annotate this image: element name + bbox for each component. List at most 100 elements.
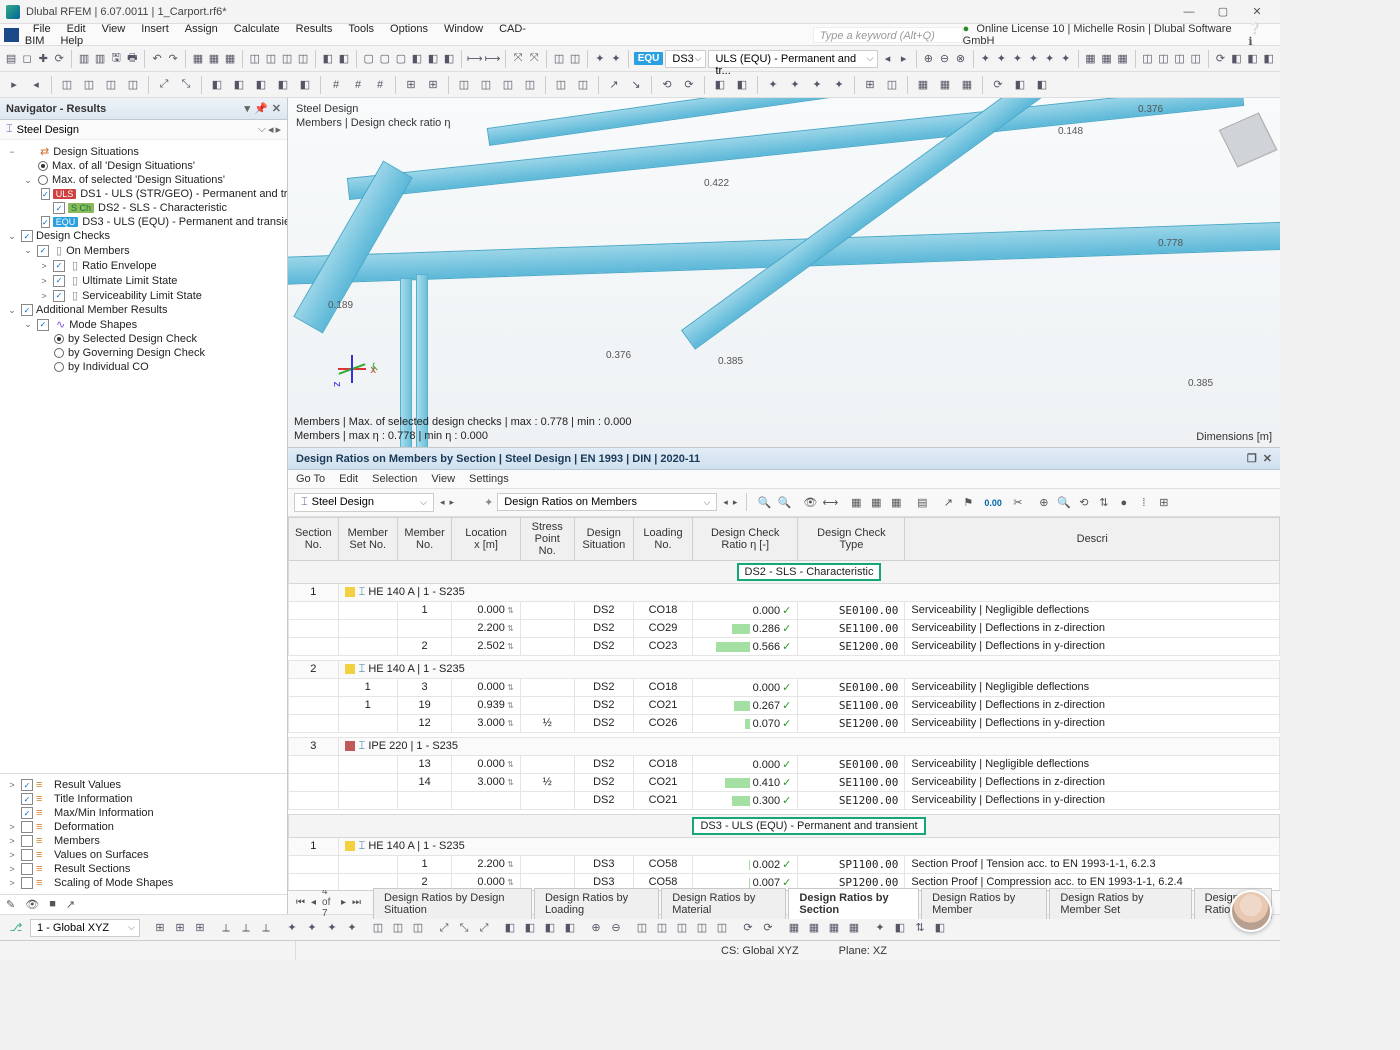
- toolbar-icon[interactable]: ▦: [1083, 49, 1097, 69]
- results-menu-view[interactable]: View: [431, 473, 455, 485]
- toolbar-icon[interactable]: ◫: [57, 75, 77, 95]
- toolbar-icon[interactable]: ◧: [930, 917, 950, 937]
- toolbar-icon[interactable]: ⟳: [758, 917, 778, 937]
- toolbar-icon[interactable]: ⤡: [176, 75, 196, 95]
- toolbar-icon[interactable]: ↶: [150, 49, 164, 69]
- toolbar-icon[interactable]: ✦: [342, 917, 362, 937]
- toolbar-icon[interactable]: ✦: [785, 75, 805, 95]
- menu-view[interactable]: View: [94, 21, 134, 37]
- results-tool-icon[interactable]: 🔍: [774, 492, 794, 512]
- toolbar-icon[interactable]: ⟂: [216, 918, 236, 938]
- toolbar-icon[interactable]: ▦: [223, 49, 237, 69]
- toolbar-icon[interactable]: ◫: [1189, 49, 1203, 69]
- navigator-lower-tree[interactable]: >≡Result Values≡Title Information≡Max/Mi…: [0, 773, 287, 894]
- toolbar-icon[interactable]: ◧: [251, 75, 271, 95]
- tree-row[interactable]: >≡Result Sections: [2, 862, 285, 876]
- toolbar-icon[interactable]: ◫: [632, 917, 652, 937]
- toolbar-icon[interactable]: ⤢: [474, 918, 494, 938]
- table-row[interactable]: 12.200DS3CO58 0.002✓SP1100.00Section Pro…: [289, 855, 1280, 873]
- results-pager[interactable]: ⏮◂4 of 7▸⏭: [294, 886, 363, 919]
- toolbar-icon[interactable]: ◫: [1156, 49, 1170, 69]
- tree-row[interactable]: by Individual CO: [2, 360, 285, 374]
- toolbar-icon[interactable]: ✦: [302, 917, 322, 937]
- toolbar-icon[interactable]: ◧: [337, 49, 351, 69]
- toolbar-icon[interactable]: ◧: [1010, 75, 1030, 95]
- toolbar-icon[interactable]: ◫: [388, 917, 408, 937]
- nav-results-icon[interactable]: ↗: [66, 898, 75, 911]
- toolbar-icon[interactable]: ◧: [273, 75, 293, 95]
- results-nav-arrows-2[interactable]: ◂▸: [721, 495, 739, 510]
- tree-row[interactable]: >≡Deformation: [2, 820, 285, 834]
- toolbar-icon[interactable]: ✦: [593, 49, 607, 69]
- results-close-icon[interactable]: ✕: [1263, 452, 1272, 465]
- toolbar-icon[interactable]: ✚: [36, 49, 50, 69]
- toolbar-icon[interactable]: 🖫: [109, 49, 123, 69]
- tree-row[interactable]: >▯Serviceability Limit State: [2, 288, 285, 303]
- tree-row[interactable]: Max. of all 'Design Situations': [2, 159, 285, 173]
- toolbar-icon[interactable]: ▦: [844, 917, 864, 937]
- toolbar-icon[interactable]: ◻: [20, 49, 34, 69]
- toolbar-icon[interactable]: ▢: [378, 49, 392, 69]
- assistant-avatar[interactable]: [1230, 890, 1272, 932]
- toolbar-icon[interactable]: ⊞: [150, 917, 170, 937]
- toolbar-icon[interactable]: ◫: [568, 49, 582, 69]
- toolbar-icon[interactable]: ⟲: [657, 75, 677, 95]
- results-nav-arrows[interactable]: ◂▸: [438, 495, 456, 510]
- tree-row[interactable]: >≡Members: [2, 834, 285, 848]
- toolbar-icon[interactable]: ▦: [804, 917, 824, 937]
- toolbar-icon[interactable]: ◧: [207, 75, 227, 95]
- results-tool-icon[interactable]: ▤: [912, 492, 932, 512]
- results-tool-icon[interactable]: 🔍: [754, 492, 774, 512]
- toolbar-icon[interactable]: ◫: [573, 75, 593, 95]
- toolbar-icon[interactable]: ◫: [79, 75, 99, 95]
- results-table-combo[interactable]: Design Ratios on Members⌵: [497, 493, 717, 511]
- toolbar-icon[interactable]: ▢: [362, 49, 376, 69]
- toolbar-icon[interactable]: ◫: [101, 75, 121, 95]
- tree-row[interactable]: ≡Max/Min Information: [2, 806, 285, 820]
- toolbar-icon[interactable]: ◫: [498, 75, 518, 95]
- results-tool-icon[interactable]: ✂: [1008, 492, 1028, 512]
- table-row[interactable]: 130.000DS2CO18 0.000✓SE0100.00Serviceabi…: [289, 678, 1280, 696]
- toolbar-icon[interactable]: ⤧: [527, 49, 541, 69]
- results-tool-icon[interactable]: ⟷: [820, 492, 840, 512]
- results-tab[interactable]: Design Ratios by Section: [788, 888, 919, 919]
- toolbar-icon[interactable]: ◫: [248, 49, 262, 69]
- toolbar-icon[interactable]: ↷: [166, 49, 180, 69]
- loadcase-combo[interactable]: ULS (EQU) - Permanent and tr...: [708, 50, 878, 68]
- toolbar-icon[interactable]: ◫: [123, 75, 143, 95]
- toolbar-icon[interactable]: ◫: [1140, 49, 1154, 69]
- file-menu-icon[interactable]: [4, 28, 19, 42]
- toolbar-icon[interactable]: ⊞: [190, 917, 210, 937]
- toolbar-icon[interactable]: ⟳: [679, 75, 699, 95]
- toolbar-icon[interactable]: ◫: [264, 49, 278, 69]
- results-tool-icon[interactable]: ⟲: [1074, 492, 1094, 512]
- toolbar-icon[interactable]: #: [370, 75, 390, 95]
- toolbar-icon[interactable]: ▤: [4, 49, 18, 69]
- toolbar-icon[interactable]: ⊕: [921, 49, 935, 69]
- toolbar-icon[interactable]: ⤡: [454, 918, 474, 938]
- viewport-3d[interactable]: Steel Design Members | Design check rati…: [288, 98, 1280, 448]
- toolbar-icon[interactable]: ✦: [807, 75, 827, 95]
- results-menu-go-to[interactable]: Go To: [296, 473, 325, 485]
- toolbar-icon[interactable]: ◧: [1246, 49, 1260, 69]
- toolbar-icon[interactable]: ✦: [322, 917, 342, 937]
- toolbar-icon[interactable]: ◫: [454, 75, 474, 95]
- toolbar-icon[interactable]: ▥: [77, 49, 91, 69]
- toolbar-icon[interactable]: ⟳: [988, 75, 1008, 95]
- toolbar-icon[interactable]: ✦: [1010, 49, 1024, 69]
- toolbar-icon[interactable]: ⊕: [586, 917, 606, 937]
- menu-calculate[interactable]: Calculate: [226, 21, 288, 37]
- results-module-combo[interactable]: ⌶Steel Design⌵: [294, 493, 434, 512]
- toolbar-icon[interactable]: ✦: [1027, 49, 1041, 69]
- toolbar-icon[interactable]: ◫: [551, 75, 571, 95]
- maximize-button[interactable]: ▢: [1206, 2, 1240, 22]
- menu-window[interactable]: Window: [436, 21, 491, 37]
- table-row[interactable]: DS2CO21 0.300✓SE1200.00Serviceability | …: [289, 791, 1280, 809]
- toolbar-icon[interactable]: ✦: [1043, 49, 1057, 69]
- toolbar-icon[interactable]: ⟼: [467, 49, 483, 69]
- keyword-search[interactable]: Type a keyword (Alt+Q): [813, 27, 963, 43]
- menu-options[interactable]: Options: [382, 21, 436, 37]
- toolbar-icon[interactable]: ◧: [710, 75, 730, 95]
- table-row[interactable]: 130.000DS2CO18 0.000✓SE0100.00Serviceabi…: [289, 755, 1280, 773]
- results-tab[interactable]: Design Ratios by Design Situation: [373, 888, 532, 919]
